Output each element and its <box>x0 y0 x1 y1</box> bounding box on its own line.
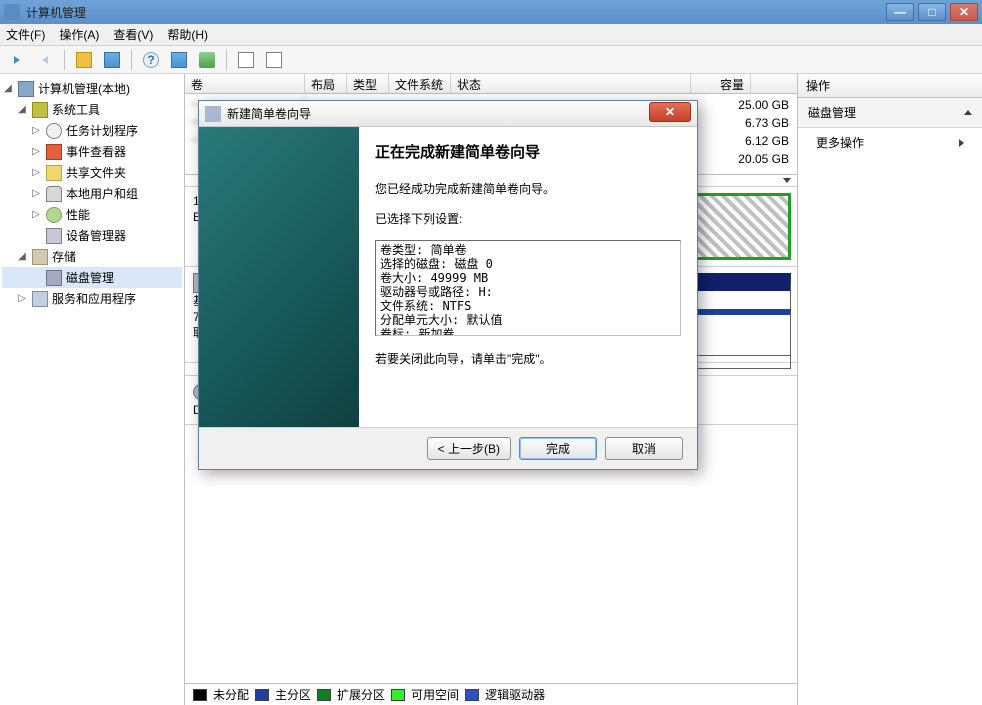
tree-scheduler[interactable]: ▷任务计划程序 <box>2 120 182 141</box>
chevron-right-icon <box>959 139 964 147</box>
perf-icon <box>46 207 62 223</box>
tree-eventviewer[interactable]: ▷事件查看器 <box>2 141 182 162</box>
wizard-dialog: 新建简单卷向导 ✕ 正在完成新建简单卷向导 您已经成功完成新建简单卷向导。 已选… <box>198 100 698 470</box>
window-titlebar: 计算机管理 — □ ✕ <box>0 0 982 24</box>
window-title: 计算机管理 <box>26 4 886 21</box>
wizard-side-graphic <box>199 127 359 427</box>
tool-btn-4[interactable] <box>168 49 190 71</box>
col-layout[interactable]: 布局 <box>305 74 347 93</box>
wizard-done-text: 您已经成功完成新建简单卷向导。 <box>375 180 681 198</box>
tree-diskmgmt[interactable]: 磁盘管理 <box>2 267 182 288</box>
minimize-button[interactable]: — <box>886 3 914 21</box>
tool-btn-1[interactable] <box>73 49 95 71</box>
actions-header: 操作 <box>798 74 982 98</box>
cap-row: 20.05 GB <box>738 150 789 168</box>
tool-btn-7[interactable] <box>263 49 285 71</box>
tree-users[interactable]: ▷本地用户和组 <box>2 183 182 204</box>
refresh-icon <box>199 52 215 68</box>
wizard-titlebar[interactable]: 新建简单卷向导 ✕ <box>199 101 697 127</box>
users-icon <box>46 186 62 202</box>
scroll-down-icon[interactable] <box>783 178 791 183</box>
tool-btn-5[interactable] <box>196 49 218 71</box>
nav-back-button[interactable] <box>6 49 28 71</box>
arrow-left-icon <box>14 56 20 64</box>
wizard-icon <box>205 106 221 122</box>
clock-icon <box>46 123 62 139</box>
folder-icon <box>46 165 62 181</box>
tree-systools[interactable]: ◢系统工具 <box>2 99 182 120</box>
wizard-finish-button[interactable]: 完成 <box>519 437 597 460</box>
legend: 未分配 主分区 扩展分区 可用空间 逻辑驱动器 <box>185 683 797 705</box>
event-icon <box>46 144 62 160</box>
maximize-button[interactable]: □ <box>918 3 946 21</box>
menu-help[interactable]: 帮助(H) <box>167 26 208 43</box>
actions-group-diskmgmt[interactable]: 磁盘管理 <box>798 98 982 128</box>
app-icon <box>4 4 20 20</box>
tree-storage[interactable]: ◢存储 <box>2 246 182 267</box>
menu-bar: 文件(F) 操作(A) 查看(V) 帮助(H) <box>0 24 982 46</box>
wizard-close-hint: 若要关闭此向导，请单击"完成"。 <box>375 350 681 368</box>
tree-perf[interactable]: ▷性能 <box>2 204 182 225</box>
help-icon: ? <box>143 52 159 68</box>
folder-icon <box>76 52 92 68</box>
wizard-heading: 正在完成新建简单卷向导 <box>375 141 681 162</box>
wizard-button-row: < 上一步(B) 完成 取消 <box>199 427 697 469</box>
services-icon <box>32 291 48 307</box>
list-icon <box>238 52 254 68</box>
volume-list-header: 卷 布局 类型 文件系统 状态 容量 <box>185 74 797 94</box>
actions-panel: 操作 磁盘管理 更多操作 <box>797 74 982 705</box>
nav-tree: ◢计算机管理(本地) ◢系统工具 ▷任务计划程序 ▷事件查看器 ▷共享文件夹 ▷… <box>0 74 185 705</box>
col-volume[interactable]: 卷 <box>185 74 305 93</box>
props-icon <box>171 52 187 68</box>
wizard-close-button[interactable]: ✕ <box>649 102 691 122</box>
menu-file[interactable]: 文件(F) <box>6 26 45 43</box>
toolbar: ? <box>0 46 982 74</box>
legend-sw-extended <box>317 689 331 701</box>
close-button[interactable]: ✕ <box>950 3 978 21</box>
legend-sw-primary <box>255 689 269 701</box>
col-status[interactable]: 状态 <box>451 74 691 93</box>
legend-sw-unalloc <box>193 689 207 701</box>
col-type[interactable]: 类型 <box>347 74 389 93</box>
wizard-selected-label: 已选择下列设置: <box>375 210 681 228</box>
tree-shared[interactable]: ▷共享文件夹 <box>2 162 182 183</box>
disk-icon <box>46 270 62 286</box>
tree-services[interactable]: ▷服务和应用程序 <box>2 288 182 309</box>
legend-sw-free <box>391 689 405 701</box>
computer-icon <box>18 81 34 97</box>
wizard-settings-box[interactable]: 卷类型: 简单卷 选择的磁盘: 磁盘 0 卷大小: 49999 MB 驱动器号或… <box>375 240 681 336</box>
menu-action[interactable]: 操作(A) <box>59 26 99 43</box>
wizard-title: 新建简单卷向导 <box>227 105 649 122</box>
arrow-right-icon <box>42 56 48 64</box>
tool-btn-6[interactable] <box>235 49 257 71</box>
grid-icon <box>104 52 120 68</box>
tools-icon <box>32 102 48 118</box>
wizard-cancel-button[interactable]: 取消 <box>605 437 683 460</box>
wizard-content: 正在完成新建简单卷向导 您已经成功完成新建简单卷向导。 已选择下列设置: 卷类型… <box>359 127 697 427</box>
wizard-back-button[interactable]: < 上一步(B) <box>427 437 511 460</box>
col-fs[interactable]: 文件系统 <box>389 74 451 93</box>
collapse-icon <box>964 110 972 115</box>
tree-root[interactable]: ◢计算机管理(本地) <box>2 78 182 99</box>
nav-forward-button[interactable] <box>34 49 56 71</box>
actions-more[interactable]: 更多操作 <box>798 128 982 157</box>
tree-devmgr[interactable]: 设备管理器 <box>2 225 182 246</box>
legend-sw-logical <box>465 689 479 701</box>
tool-btn-2[interactable] <box>101 49 123 71</box>
col-capacity[interactable]: 容量 <box>691 74 751 93</box>
tool-btn-3[interactable]: ? <box>140 49 162 71</box>
device-icon <box>46 228 62 244</box>
storage-icon <box>32 249 48 265</box>
detail-icon <box>266 52 282 68</box>
menu-view[interactable]: 查看(V) <box>113 26 153 43</box>
